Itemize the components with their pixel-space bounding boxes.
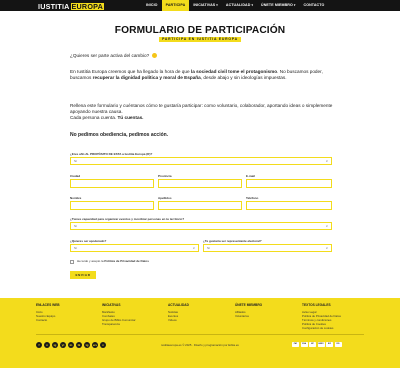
discover-icon: DIS — [334, 342, 342, 347]
capacidad-question-label: ¿Tienes capacidad para organizar eventos… — [70, 217, 185, 221]
top-navigation-bar: IUSTITIA EUROPA INICIO PARTICIPA INICIAT… — [0, 0, 400, 11]
intro-question-text: ¿Quieres ser parte activa del cambio? — [70, 53, 150, 58]
site-footer: ENLACES WEB Inicio Nuestro Equipo Contac… — [0, 298, 400, 368]
text: En Iustitia Europa creemos que ha llegad… — [70, 69, 191, 74]
nav-label: PARTICIPA — [165, 3, 186, 7]
payment-methods: PAY VISA MC AMEX BIZ DIS — [292, 342, 342, 347]
privacy-checkbox[interactable] — [70, 260, 74, 264]
nav-item-actualidad[interactable]: ACTUALIDAD▾ — [222, 0, 257, 11]
provincia-label: Provincia — [158, 174, 172, 178]
select-value: Sí — [207, 246, 210, 250]
apellidos-label: Apellidos — [158, 196, 172, 200]
interest-question-label: ¿Eres afín AL PROPÓSITO DE ESTA a Iustit… — [70, 152, 153, 156]
chevron-down-icon: ∨ — [325, 246, 328, 250]
page-subtitle-badge: PARTICIPA EN IUSTITIA EUROPA — [159, 37, 241, 42]
nombre-field[interactable] — [70, 201, 154, 210]
footer-link[interactable]: Configuración de cookies — [302, 326, 341, 330]
mastercard-icon: MC — [309, 342, 316, 347]
footer-col-actualidad: ACTUALIDAD Noticias Eventos Vídeos — [168, 303, 189, 322]
select-value: Sí — [74, 159, 77, 163]
footer-link[interactable]: Vídeos — [168, 318, 189, 322]
footer-link[interactable]: Voluntarios — [235, 314, 262, 318]
footer-heading: TEXTOS LEGALES — [302, 303, 331, 307]
interest-select[interactable]: Sí ∨ — [70, 157, 332, 165]
provincia-field[interactable] — [158, 179, 242, 188]
visa-icon: VISA — [300, 342, 308, 347]
representante-select[interactable]: Sí ∨ — [203, 244, 332, 252]
chevron-down-icon: ▾ — [216, 3, 218, 7]
ciudad-field[interactable] — [70, 179, 154, 188]
intro-paragraph: En Iustitia Europa creemos que ha llegad… — [70, 69, 335, 81]
representante-question-label: ¿Te gustaría ser representante electoral… — [203, 239, 262, 243]
footer-link[interactable]: Contacto — [36, 318, 60, 322]
text-bold: la sociedad civil tome el protagonismo — [190, 69, 278, 74]
chevron-down-icon: ▾ — [293, 3, 296, 7]
logo-text-iustitia: IUSTITIA — [38, 1, 70, 11]
motto: No pedimos obediencia, pedimos acción. — [70, 132, 169, 138]
submit-button[interactable]: ENVIAR — [70, 271, 96, 279]
nav-label: CONTACTO — [303, 3, 325, 7]
footer-heading: ENLACES WEB — [36, 303, 60, 307]
text: Cada persona cuenta. — [70, 115, 118, 120]
nombre-label: Nombre — [70, 196, 82, 200]
email-field[interactable] — [246, 179, 332, 188]
ciudad-label: Ciudad — [70, 174, 81, 178]
telefono-field[interactable] — [246, 201, 332, 210]
privacy-policy-link[interactable]: Política de Privacidad de Datos — [104, 259, 149, 263]
text-bold: recuperar la dignidad política y moral d… — [92, 75, 201, 80]
chevron-down-icon: ∨ — [192, 246, 195, 250]
nav-item-unete-miembro[interactable]: ÚNETE MIEMBRO▾ — [257, 0, 299, 11]
logo-text-europa: EUROPA — [70, 1, 104, 11]
telefono-label: Teléfono — [246, 196, 259, 200]
instruction-paragraph: Rellena este formulario y cuéntanos cómo… — [70, 103, 335, 121]
chevron-down-icon: ▾ — [251, 3, 254, 7]
footer-heading: ÚNETE MIEMBRO — [235, 303, 263, 307]
footer-col-legales: TEXTOS LEGALES Aviso Legal Política de P… — [302, 303, 341, 330]
nav-label: ACTUALIDAD — [225, 3, 251, 7]
email-label: E-mail — [246, 174, 256, 178]
chevron-down-icon: ∨ — [325, 224, 328, 228]
footer-link[interactable]: Transparencia — [102, 322, 136, 326]
site-logo[interactable]: IUSTITIA EUROPA — [38, 1, 104, 11]
text: Rellena este formulario y cuéntanos cómo… — [70, 103, 333, 114]
page-title: FORMULARIO DE PARTICIPACIÓN — [114, 25, 286, 36]
footer-heading: INICIATIVAS — [102, 303, 121, 307]
text: , desde abajo y sin ideologías impuestas… — [200, 75, 287, 80]
apple-pay-icon: PAY — [292, 342, 299, 347]
nav-item-contacto[interactable]: CONTACTO — [300, 0, 329, 11]
select-value: Sí — [74, 224, 77, 228]
nav-item-iniciativas[interactable]: INICIATIVAS▾ — [189, 0, 222, 11]
text: He leído y acepto la — [77, 259, 105, 263]
privacy-accept-label: He leído y acepto la Política de Privaci… — [77, 259, 149, 263]
intro-question: ¿Quieres ser parte activa del cambio? — [70, 53, 335, 59]
footer-divider — [36, 334, 364, 335]
main-menu: INICIO PARTICIPA INICIATIVAS▾ ACTUALIDAD… — [142, 0, 328, 11]
nav-label: ÚNETE MIEMBRO — [261, 3, 293, 7]
star-emoji-icon — [151, 53, 157, 58]
nav-label: INICIO — [146, 3, 158, 7]
nav-item-participa[interactable]: PARTICIPA — [161, 0, 190, 11]
apoderado-select[interactable]: Sí ∨ — [70, 244, 199, 252]
footer-col-iniciativas: INICIATIVAS Manifiesto Combates Grupo de… — [102, 303, 136, 326]
nav-label: INICIATIVAS — [193, 3, 216, 7]
amex-icon: AMEX — [317, 342, 325, 347]
footer-col-unete: ÚNETE MIEMBRO Afiliados Voluntarios — [235, 303, 262, 318]
apellidos-field[interactable] — [158, 201, 242, 210]
apoderado-question-label: ¿Quieres ser apoderado? — [70, 239, 107, 243]
bizum-icon: BIZ — [326, 342, 333, 347]
footer-col-enlaces: ENLACES WEB Inicio Nuestro Equipo Contac… — [36, 303, 60, 322]
text-bold: Tú cuentas. — [117, 115, 144, 120]
capacidad-select[interactable]: Sí ∨ — [70, 222, 332, 230]
footer-heading: ACTUALIDAD — [168, 303, 189, 307]
chevron-down-icon: ∨ — [325, 159, 328, 163]
nav-item-inicio[interactable]: INICIO — [142, 0, 162, 11]
select-value: Sí — [74, 246, 77, 250]
